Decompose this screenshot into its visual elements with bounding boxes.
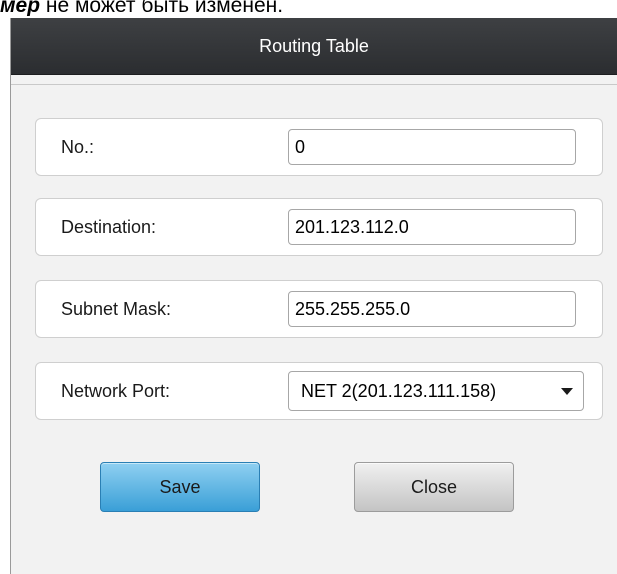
subnet-mask-field[interactable] <box>288 291 576 327</box>
destination-row: Destination: <box>35 198 603 256</box>
page-caption-text: не может быть изменен. <box>40 0 284 16</box>
routing-table-dialog: Routing Table No.: Destination: Subnet M… <box>10 18 617 574</box>
chevron-down-icon[interactable] <box>561 388 573 395</box>
divider <box>11 84 617 85</box>
page-caption-emphasis: мер <box>0 0 41 16</box>
no-label: No.: <box>61 137 95 157</box>
network-port-label: Network Port: <box>61 381 171 401</box>
network-port-value: NET 2(201.123.111.158) <box>301 381 497 401</box>
close-button[interactable]: Close <box>354 462 514 512</box>
dialog-title: Routing Table <box>11 18 617 75</box>
no-row: No.: <box>35 118 603 176</box>
network-port-row: Network Port: NET 2(201.123.111.158) <box>35 362 603 420</box>
subnet-mask-row: Subnet Mask: <box>35 280 603 338</box>
page-caption: мер не может быть изменен. <box>0 0 283 16</box>
network-port-select[interactable]: NET 2(201.123.111.158) <box>288 371 584 411</box>
destination-label: Destination: <box>61 217 157 237</box>
subnet-mask-label: Subnet Mask: <box>61 299 172 319</box>
save-button[interactable]: Save <box>100 462 260 512</box>
destination-field[interactable] <box>288 209 576 245</box>
no-field[interactable] <box>288 129 576 165</box>
